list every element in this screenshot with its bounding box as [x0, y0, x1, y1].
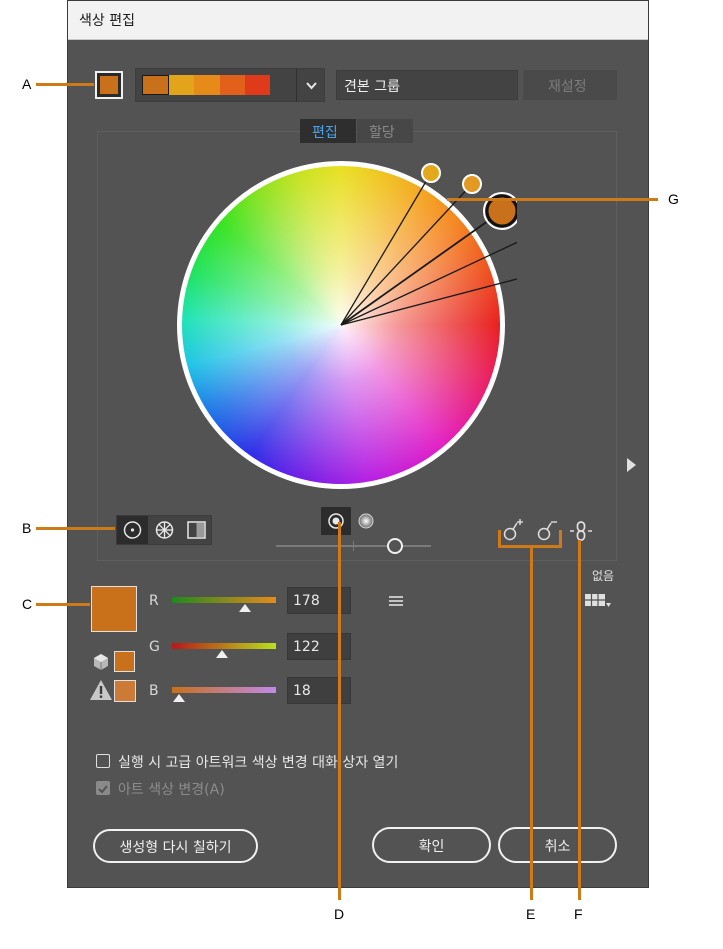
slider-value-g[interactable]: 122: [287, 633, 351, 660]
display-toggle-group: [321, 507, 381, 535]
slider-track-r[interactable]: [172, 597, 276, 603]
slider-thumb-g[interactable]: [216, 650, 228, 658]
wheel-mode-group: [116, 515, 212, 545]
callout-f-line: [578, 540, 581, 900]
slider-thumb-r[interactable]: [239, 604, 251, 612]
open-advanced-dialog-checkbox[interactable]: [96, 754, 110, 768]
brightness-slider-tick: [353, 541, 354, 551]
color-library-icon[interactable]: [584, 592, 612, 610]
callout-d-line: [338, 522, 341, 900]
callout-b-line: [36, 527, 115, 530]
harmony-line: [340, 241, 517, 326]
show-saturation-button[interactable]: [321, 507, 351, 535]
base-color-swatch[interactable]: [95, 71, 123, 99]
group-name-field[interactable]: 견본 그룹: [336, 70, 518, 100]
generative-recolor-button[interactable]: 생성형 다시 칠하기: [93, 829, 258, 863]
current-color-swatch[interactable]: [91, 586, 137, 632]
group-color-chip: [169, 75, 195, 95]
title-bar: 색상 편집: [68, 1, 648, 40]
tab-edit-label: 편집: [312, 125, 338, 141]
slider-label-b: B: [149, 683, 159, 699]
segmented-wheel-button[interactable]: [149, 516, 180, 544]
dialog-title: 색상 편집: [79, 13, 135, 29]
out-of-gamut-warning-icon[interactable]: [89, 679, 113, 701]
slider-label-r: R: [149, 593, 159, 609]
smooth-wheel-button[interactable]: [117, 516, 148, 544]
circle-dot-icon: [123, 521, 142, 539]
callout-e-label: E: [526, 906, 536, 922]
recolor-art-label: 아트 색상 변경(A): [118, 782, 225, 798]
color-handle[interactable]: [421, 163, 441, 183]
slider-value-r[interactable]: 178: [287, 587, 351, 614]
gamut-color-swatch[interactable]: [114, 680, 136, 702]
slider-thumb-b[interactable]: [173, 694, 185, 702]
generative-recolor-label: 생성형 다시 칠하기: [119, 840, 232, 856]
open-advanced-dialog-label: 실행 시 고급 아트워크 색상 변경 대화 상자 열기: [118, 755, 399, 771]
group-dropdown-button[interactable]: [296, 68, 325, 102]
brightness-icon: [358, 513, 374, 529]
reset-button-label: 재설정: [548, 79, 587, 95]
callout-f-label: F: [574, 906, 583, 922]
group-color-chip: [194, 75, 220, 95]
harmony-line: [340, 210, 503, 326]
show-brightness-button[interactable]: [352, 507, 381, 535]
tab-edit[interactable]: 편집: [300, 119, 356, 143]
web-safe-color-swatch[interactable]: [114, 651, 135, 672]
ok-button-label: 확인: [418, 839, 445, 855]
brightness-slider-thumb[interactable]: [387, 538, 403, 554]
recolor-art-checkbox[interactable]: [96, 781, 110, 795]
slider-track-g[interactable]: [172, 643, 276, 649]
expand-panel-icon[interactable]: [625, 457, 637, 473]
ok-button[interactable]: 확인: [372, 827, 491, 863]
group-color-chip: [244, 75, 271, 95]
slider-value-b[interactable]: 18: [287, 677, 351, 704]
tab-assign[interactable]: 할당: [357, 119, 413, 143]
segmented-wheel-icon: [155, 521, 174, 539]
callout-g-line: [447, 198, 658, 201]
checkmark-icon: [98, 785, 108, 794]
callout-g-label: G: [668, 191, 679, 207]
callout-c-line: [36, 603, 90, 606]
slider-label-g: G: [149, 639, 160, 655]
brightness-slider[interactable]: [276, 538, 431, 554]
harmony-lines: [340, 163, 517, 326]
link-harmony-icon[interactable]: [569, 519, 593, 543]
out-of-web-color-icon[interactable]: [92, 652, 110, 672]
group-color-chip: [219, 75, 245, 95]
callout-e-line: [530, 545, 533, 900]
tab-assign-label: 할당: [369, 125, 395, 141]
color-group-strip: [142, 75, 271, 95]
recolor-dialog: 색상 편집 견본 그룹 재설정 편집 할당 없음 R 178 G 122 B 1…: [67, 0, 649, 888]
group-color-chip: [142, 75, 170, 95]
reset-button[interactable]: 재설정: [523, 70, 617, 100]
remove-color-tool-icon[interactable]: [536, 518, 558, 542]
harmony-line: [340, 183, 473, 326]
chevron-down-icon: [306, 82, 317, 90]
group-name-text: 견본 그룹: [344, 79, 400, 95]
limit-label: 없음: [592, 569, 615, 583]
slider-track-b[interactable]: [172, 687, 276, 693]
saturation-icon: [328, 513, 344, 529]
callout-d-label: D: [334, 906, 345, 922]
harmony-line: [340, 172, 432, 326]
slider-menu-icon[interactable]: [388, 594, 404, 608]
color-handle[interactable]: [462, 174, 482, 194]
callout-a-label: A: [22, 76, 32, 92]
callout-a-line: [36, 83, 94, 86]
add-color-tool-icon[interactable]: [502, 518, 524, 542]
callout-c-label: C: [22, 596, 33, 612]
color-bars-button[interactable]: [181, 516, 212, 544]
color-bars-icon: [187, 521, 206, 539]
cancel-button-label: 취소: [544, 839, 571, 855]
cancel-button[interactable]: 취소: [498, 827, 617, 863]
callout-b-label: B: [22, 520, 32, 536]
